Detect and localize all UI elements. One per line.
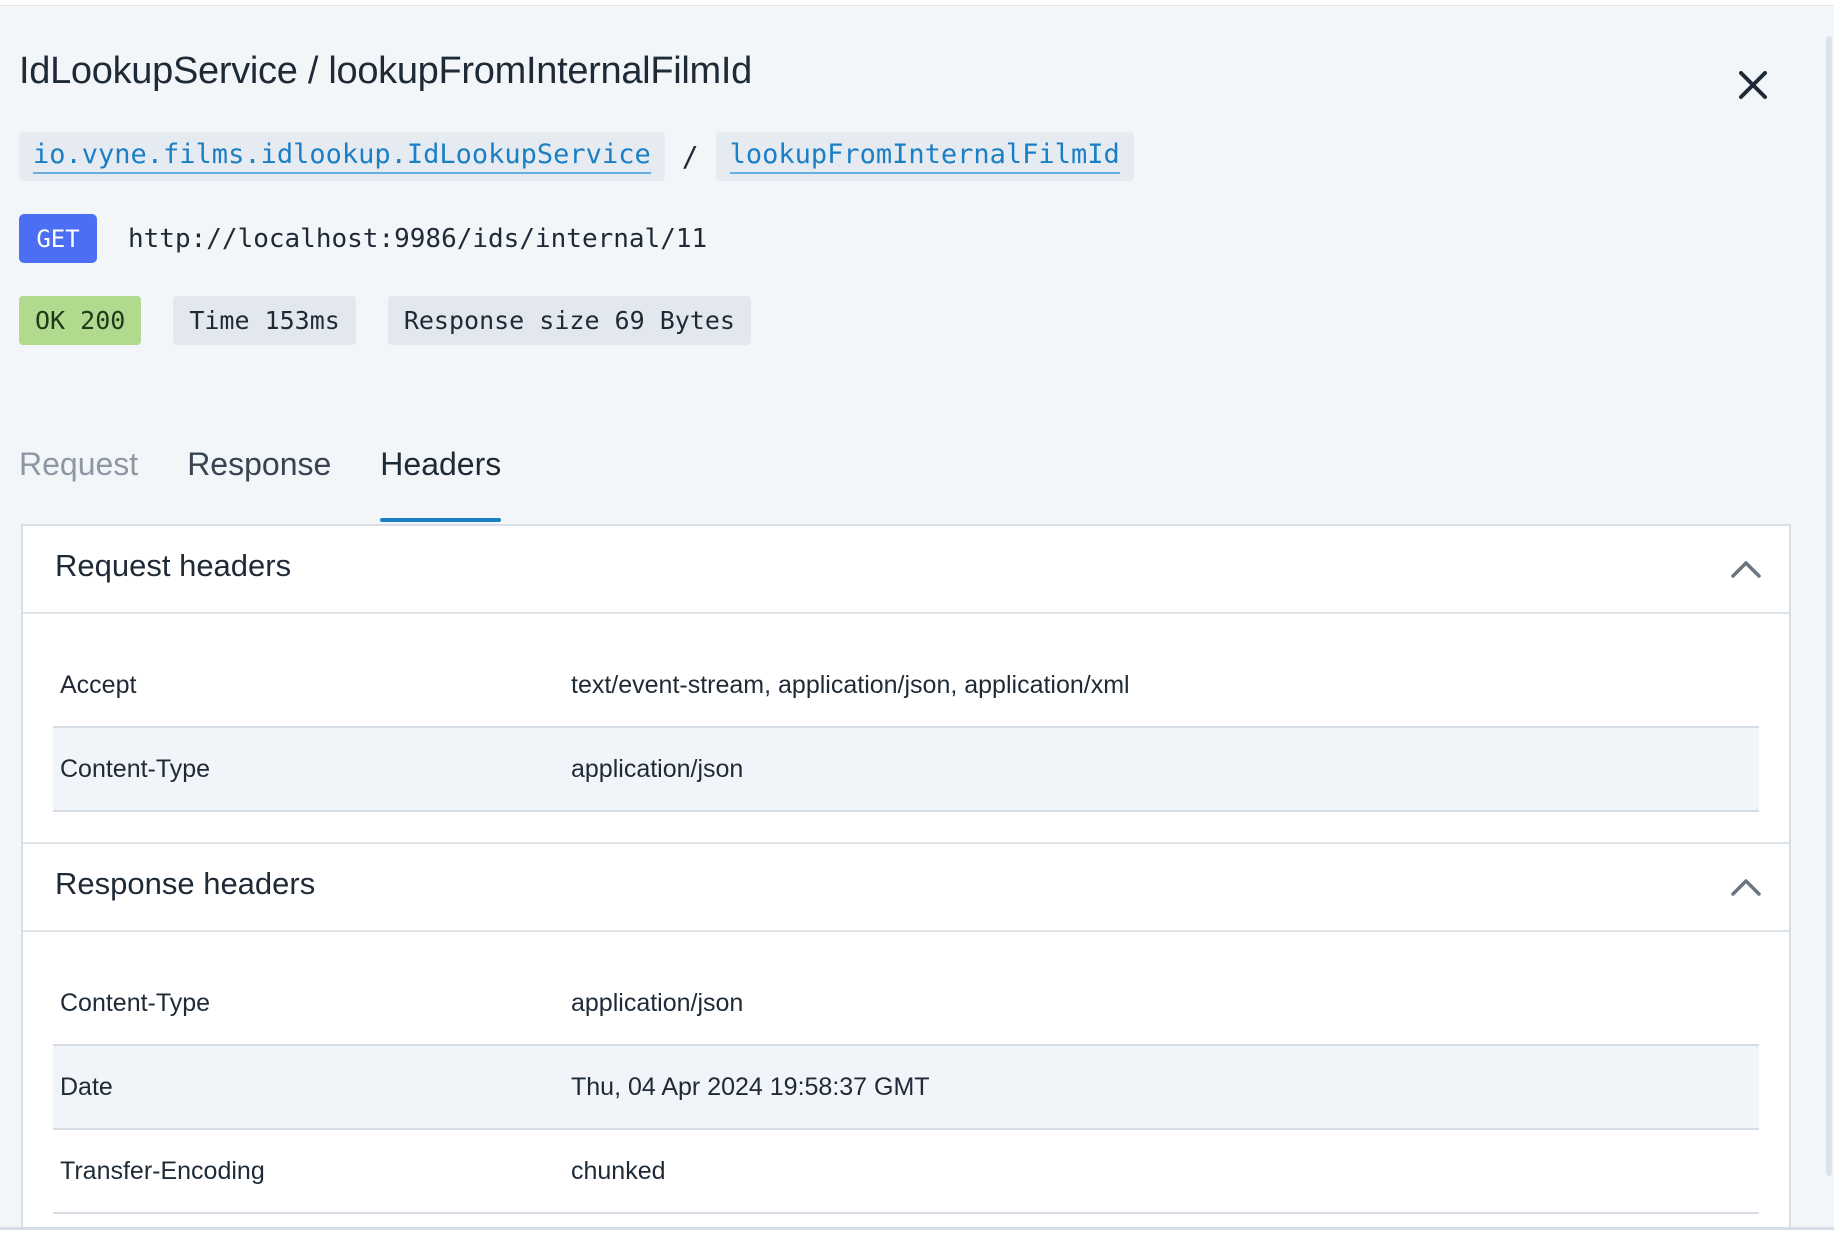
call-detail-panel: IdLookupService / lookupFromInternalFilm…	[0, 5, 1834, 1230]
header-value: chunked	[571, 1156, 666, 1185]
response-headers-header[interactable]: Response headers	[23, 842, 1789, 932]
tab-headers[interactable]: Headers	[380, 438, 501, 522]
request-headers-title: Request headers	[55, 548, 292, 583]
request-url: http://localhost:9986/ids/internal/11	[128, 223, 708, 254]
time-badge: Time 153ms	[173, 296, 356, 345]
chevron-up-icon[interactable]	[1729, 558, 1763, 580]
page-title: IdLookupService / lookupFromInternalFilm…	[19, 50, 752, 92]
table-row: Date Thu, 04 Apr 2024 19:58:37 GMT	[53, 1046, 1759, 1130]
table-row: Accept text/event-stream, application/js…	[53, 644, 1759, 728]
close-icon	[1739, 71, 1767, 99]
request-headers-header[interactable]: Request headers	[23, 526, 1789, 614]
operation-link[interactable]: lookupFromInternalFilmId	[715, 132, 1134, 181]
tab-response[interactable]: Response	[187, 438, 331, 522]
chevron-up-icon[interactable]	[1729, 876, 1763, 898]
response-stats: OK 200 Time 153ms Response size 69 Bytes	[19, 296, 751, 345]
header-name: Transfer-Encoding	[60, 1156, 265, 1185]
scrollbar[interactable]	[1826, 36, 1832, 1176]
http-method-badge: GET	[19, 214, 97, 263]
tab-request[interactable]: Request	[19, 438, 138, 522]
header-value: application/json	[571, 754, 744, 783]
header-value: text/event-stream, application/json, app…	[571, 670, 1130, 699]
service-link[interactable]: io.vyne.films.idlookup.IdLookupService	[19, 132, 665, 181]
header-name: Content-Type	[60, 988, 211, 1017]
response-headers-table: Content-Type application/json Date Thu, …	[23, 932, 1789, 1227]
header-value: Thu, 04 Apr 2024 19:58:37 GMT	[571, 1072, 930, 1101]
table-row: Content-Type application/json	[53, 728, 1759, 812]
header-name: Accept	[60, 670, 137, 699]
detail-tabs: Request Response Headers	[19, 438, 550, 522]
status-badge: OK 200	[19, 296, 142, 345]
header-name: Content-Type	[60, 754, 211, 783]
table-row: Transfer-Encoding chunked	[53, 1130, 1759, 1214]
header-value: application/json	[571, 988, 744, 1017]
request-line: GET http://localhost:9986/ids/internal/1…	[19, 214, 707, 263]
breadcrumb-separator: /	[681, 140, 699, 173]
headers-card: Request headers Accept text/event-stream…	[21, 524, 1791, 1227]
response-size-badge: Response size 69 Bytes	[387, 296, 751, 345]
response-headers-title: Response headers	[55, 866, 316, 901]
close-button[interactable]	[1732, 64, 1774, 106]
breadcrumb: io.vyne.films.idlookup.IdLookupService /…	[19, 132, 1134, 181]
header-name: Date	[60, 1072, 113, 1101]
request-headers-table: Accept text/event-stream, application/js…	[23, 614, 1789, 842]
table-row: Content-Type application/json	[53, 962, 1759, 1046]
